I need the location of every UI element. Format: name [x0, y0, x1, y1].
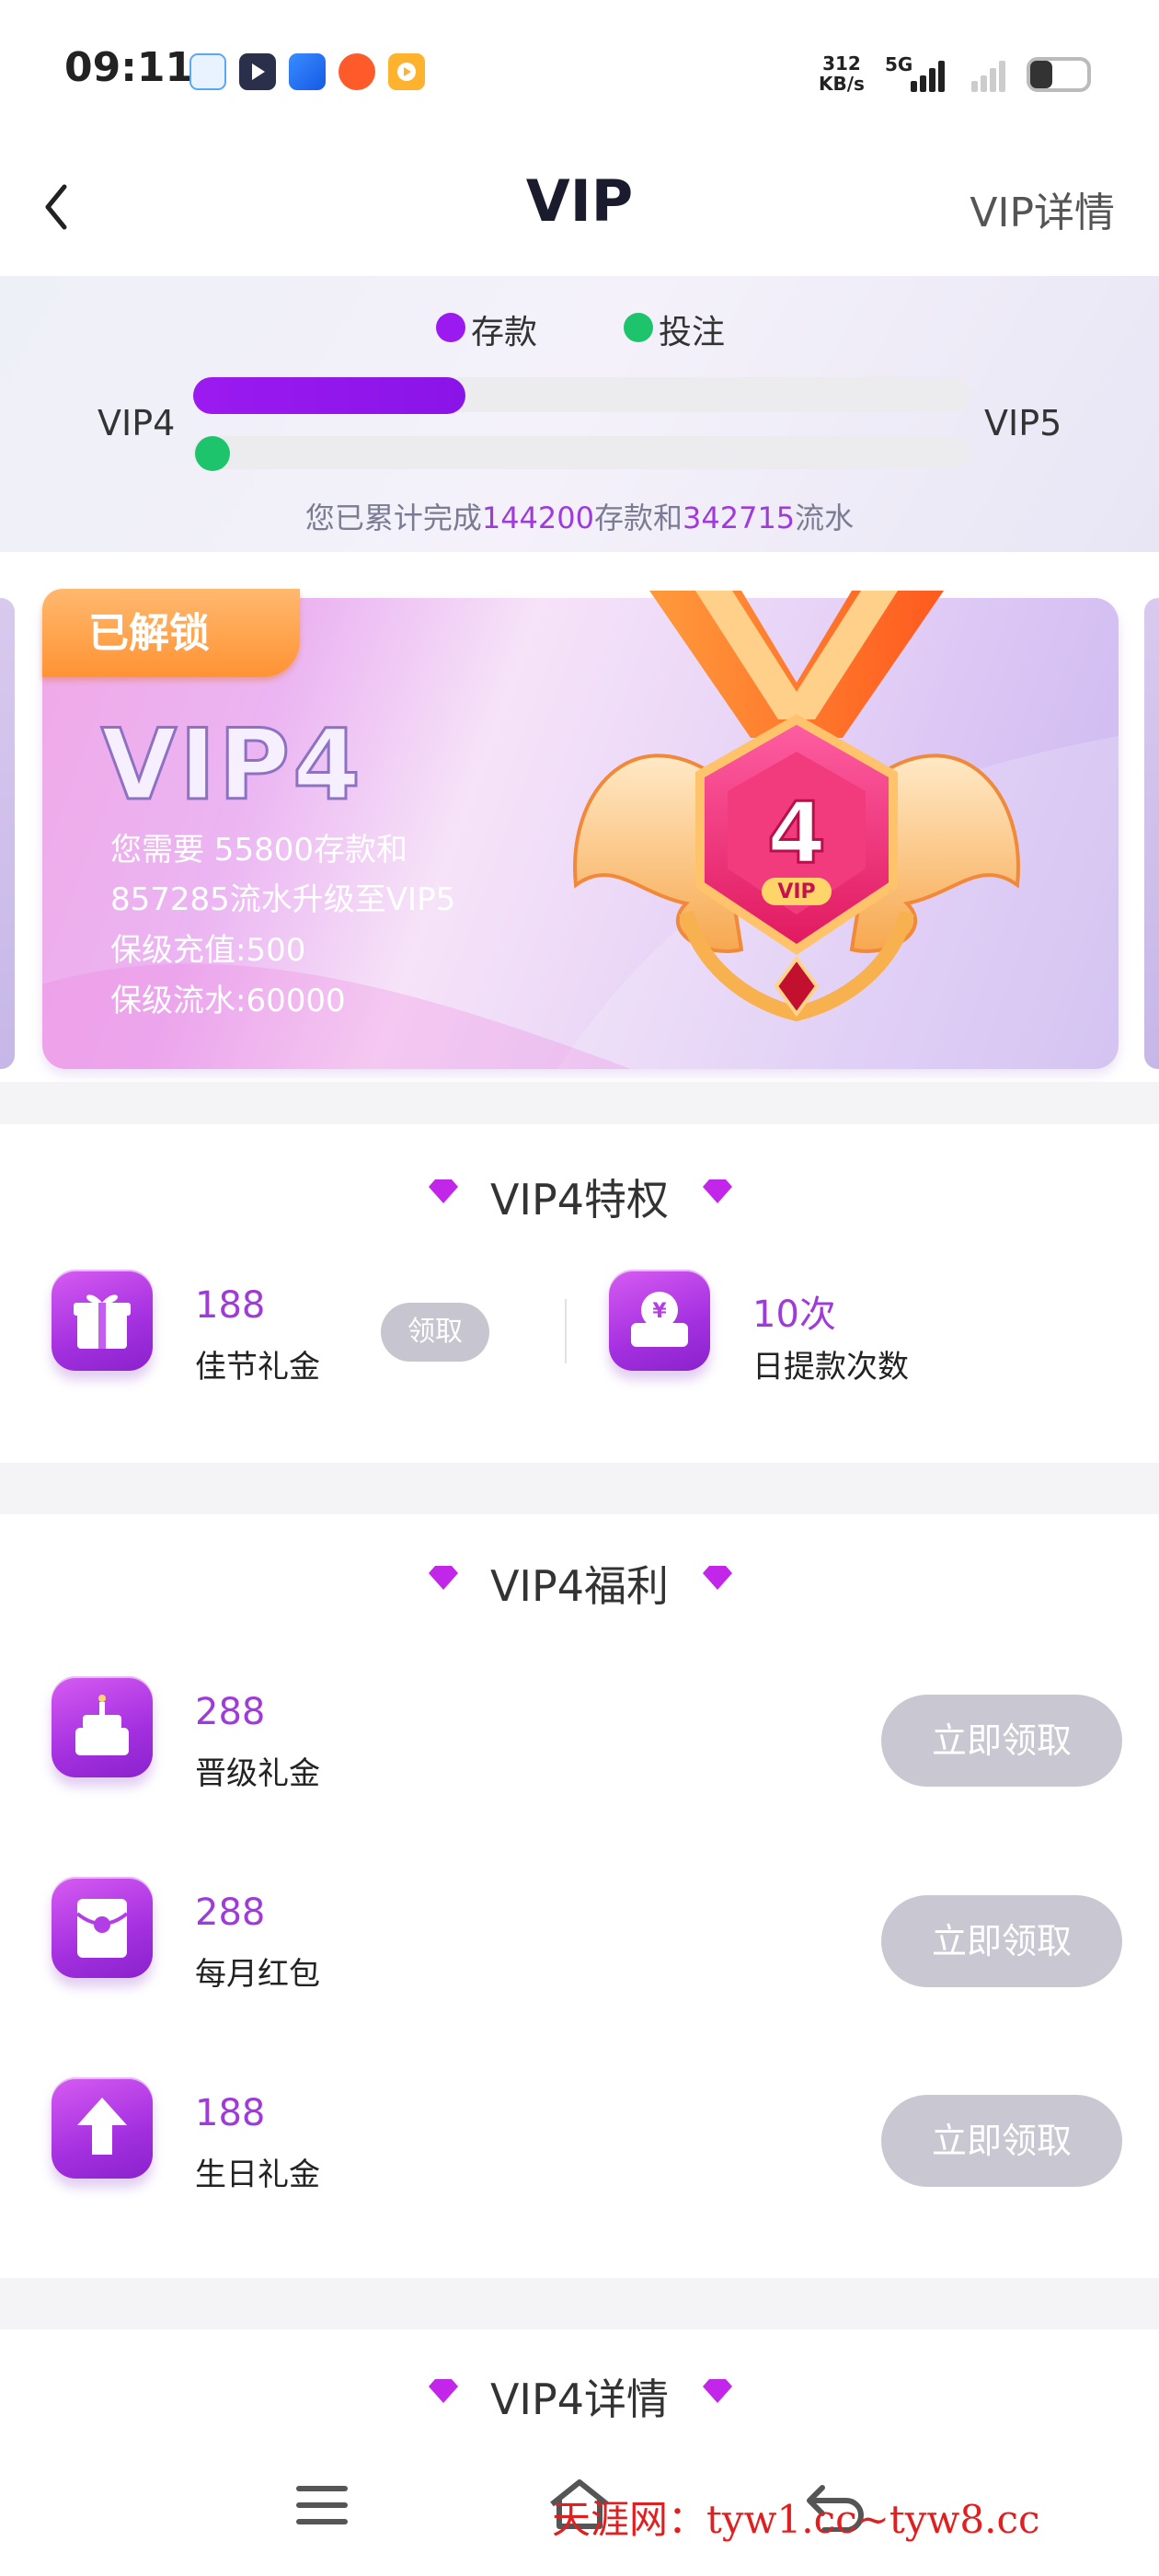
diamond-icon [703, 1179, 732, 1203]
net-speed-unit: KB/s [819, 73, 865, 95]
menu-icon[interactable] [296, 2484, 348, 2526]
vip-details-link[interactable]: VIP详情 [970, 179, 1115, 238]
gift-icon [52, 1270, 153, 1371]
summary-deposit: 144200 [481, 500, 594, 535]
card-keep-turnover: 保级流水:60000 [110, 983, 346, 1019]
arrow-up-icon [52, 2077, 153, 2179]
signal-2-icon [971, 59, 1008, 92]
current-level-label: VIP4 [98, 403, 176, 443]
card-requirement-line-2: 857285流水升级至VIP5 [110, 881, 456, 918]
red-envelope-icon [52, 1877, 153, 1978]
battery-level [1030, 61, 1052, 88]
birthday-bonus-value: 188 [195, 2092, 266, 2134]
summary-mid: 存款和 [593, 500, 683, 535]
status-time: 09:11 [64, 44, 194, 91]
play-app-icon [239, 53, 276, 90]
cake-icon [52, 1676, 153, 1777]
claim-birthday-bonus-button[interactable]: 立即领取 [881, 2095, 1122, 2187]
legend-bet-dot [624, 313, 653, 342]
legend-deposit-label: 存款 [471, 314, 538, 351]
daily-withdraw-label: 日提款次数 [752, 1349, 909, 1386]
benefits-heading: VIP4福利 [489, 1561, 670, 1611]
next-level-label: VIP5 [984, 403, 1062, 443]
prev-card-peek[interactable] [0, 598, 15, 1069]
signal-icon [911, 59, 947, 92]
section-gap [0, 1463, 1159, 1514]
medal-tag: VIP [777, 880, 815, 903]
legend-deposit-dot [436, 313, 465, 342]
section-gap [0, 2278, 1159, 2329]
deposit-progress-fill [193, 377, 465, 414]
net-speed: 312 KB/s [819, 53, 865, 94]
holiday-bonus-value: 188 [195, 1284, 266, 1327]
withdraw-icon: ¥ [609, 1270, 710, 1371]
details-heading: VIP4详情 [489, 2375, 670, 2424]
store-app-icon [339, 53, 375, 90]
privileges-heading: VIP4特权 [489, 1175, 670, 1225]
network-type: 5G [885, 53, 913, 75]
svg-text:¥: ¥ [652, 1300, 667, 1323]
promotion-bonus-value: 288 [195, 1691, 266, 1733]
privilege-divider [565, 1299, 567, 1363]
claim-holiday-bonus-button[interactable]: 领取 [381, 1303, 489, 1362]
video-app-icon [388, 53, 425, 90]
progress-summary: 您已累计完成144200存款和342715流水 [0, 495, 1159, 537]
holiday-bonus-label: 佳节礼金 [195, 1349, 320, 1386]
summary-prefix: 您已累计完成 [304, 500, 482, 535]
promotion-bonus-label: 晋级礼金 [195, 1755, 320, 1792]
diamond-icon [703, 2379, 732, 2403]
diamond-icon [703, 1566, 732, 1590]
bet-progress-fill [195, 436, 230, 471]
card-requirement-line-1: 您需要 55800存款和 [110, 832, 407, 868]
card-level-title: VIP4 [100, 707, 363, 823]
browser-app-icon [289, 53, 326, 90]
section-gap [0, 1082, 1159, 1124]
summary-suffix: 流水 [795, 500, 855, 535]
vip-medal-icon: 4 VIP [573, 591, 1020, 1022]
next-card-peek[interactable] [1144, 598, 1159, 1069]
monthly-red-envelope-value: 288 [195, 1892, 266, 1934]
watermark-text: 天涯网：tyw1.cc~tyw8.cc [552, 2497, 1040, 2542]
app-notification-icon [189, 53, 226, 90]
summary-turnover: 342715 [683, 500, 796, 535]
claim-monthly-red-envelope-button[interactable]: 立即领取 [881, 1895, 1122, 1987]
birthday-bonus-label: 生日礼金 [195, 2156, 320, 2193]
card-keep-deposit: 保级充值:500 [110, 932, 306, 969]
monthly-red-envelope-label: 每月红包 [195, 1956, 320, 1993]
legend-bet-label: 投注 [659, 314, 726, 351]
unlocked-badge-text: 已解锁 [88, 610, 210, 657]
claim-promotion-bonus-button[interactable]: 立即领取 [881, 1695, 1122, 1787]
net-speed-value: 312 [822, 52, 861, 75]
bet-progress-track [193, 436, 970, 469]
medal-number: 4 [767, 784, 826, 882]
daily-withdraw-value: 10次 [752, 1294, 836, 1336]
